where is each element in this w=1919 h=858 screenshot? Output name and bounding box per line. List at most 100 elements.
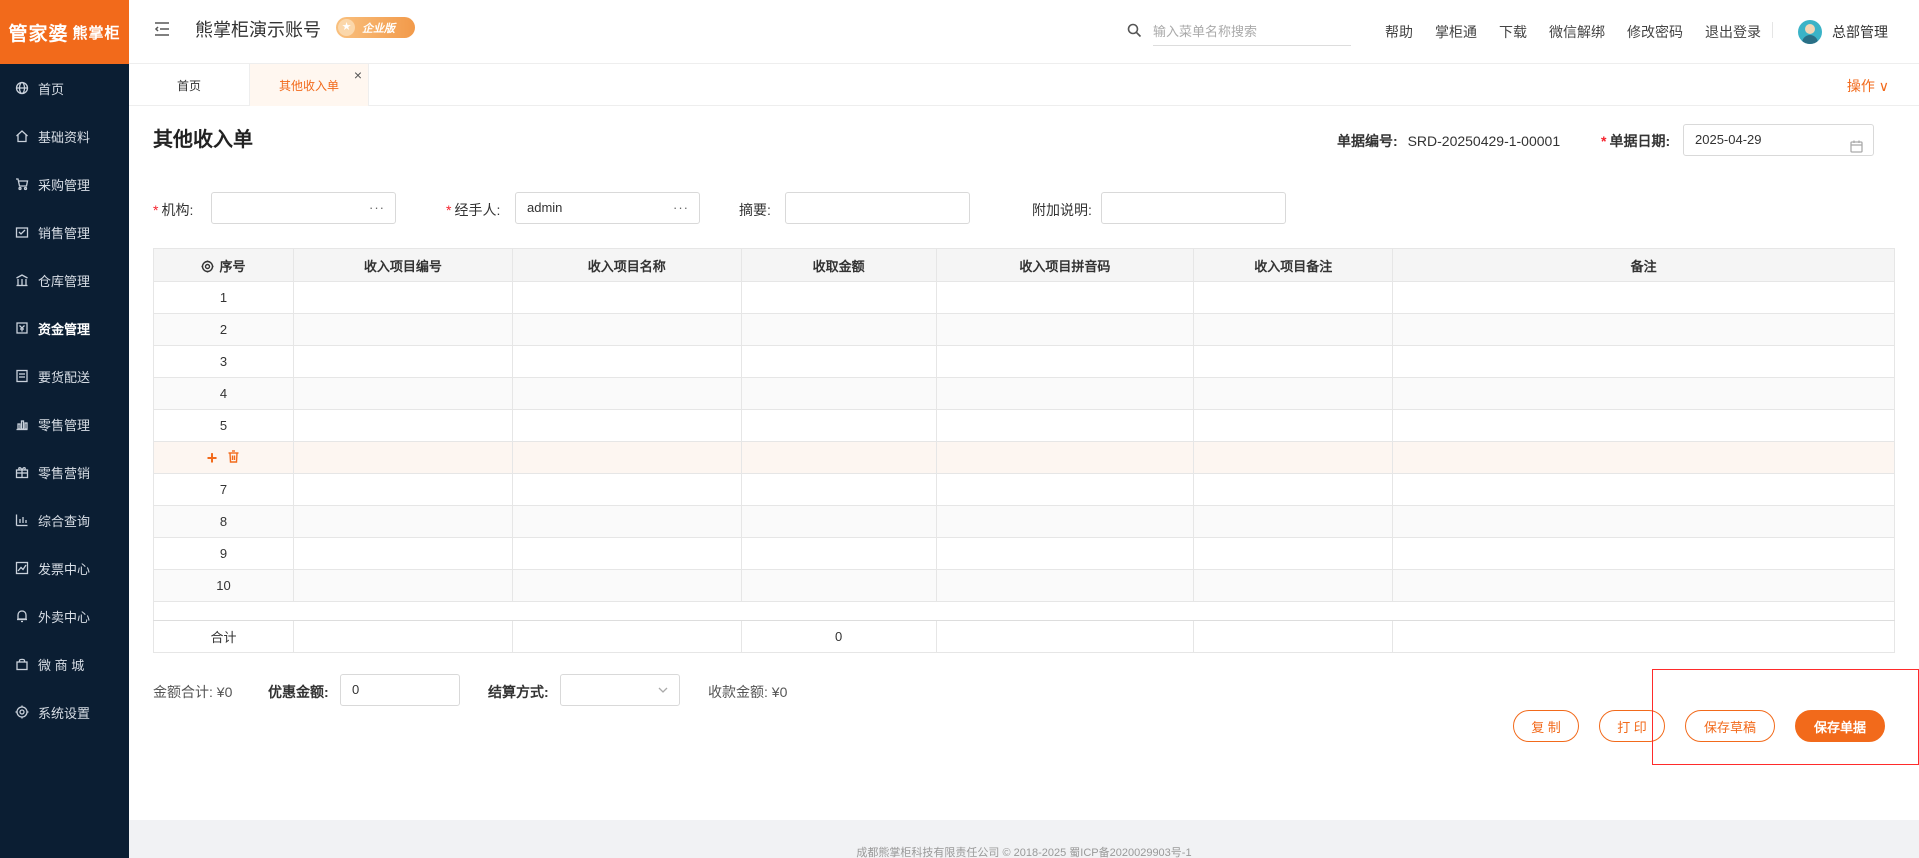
table-cell[interactable]: [292, 345, 513, 378]
delete-row-icon[interactable]: [227, 449, 240, 466]
table-cell[interactable]: [511, 569, 742, 602]
table-cell[interactable]: [740, 281, 937, 314]
row-index[interactable]: 9: [153, 537, 294, 570]
row-index[interactable]: 1: [153, 281, 294, 314]
table-cell[interactable]: [740, 409, 937, 442]
row-index[interactable]: 5: [153, 409, 294, 442]
logo[interactable]: 管家婆 熊掌柜: [0, 0, 129, 64]
table-cell[interactable]: [740, 473, 937, 506]
summary-field[interactable]: [785, 192, 970, 224]
table-cell[interactable]: [935, 537, 1195, 570]
sidebar-item-6[interactable]: 要货配送: [0, 352, 129, 400]
table-cell[interactable]: [511, 537, 742, 570]
row-index[interactable]: 3: [153, 345, 294, 378]
table-cell[interactable]: [1193, 345, 1394, 378]
table-cell[interactable]: [740, 569, 937, 602]
settle-select[interactable]: [560, 674, 680, 706]
date-picker[interactable]: 2025-04-29: [1683, 124, 1874, 156]
table-cell[interactable]: [1193, 569, 1394, 602]
table-cell[interactable]: [292, 505, 513, 538]
table-cell[interactable]: [1193, 377, 1394, 410]
table-row[interactable]: 3: [153, 345, 1895, 378]
more-icon[interactable]: ···: [673, 193, 689, 223]
table-cell[interactable]: [1193, 473, 1394, 506]
avatar[interactable]: [1798, 20, 1822, 44]
table-cell[interactable]: [935, 313, 1195, 346]
table-cell[interactable]: [292, 537, 513, 570]
add-row-icon[interactable]: +: [207, 449, 218, 467]
table-cell[interactable]: [935, 441, 1195, 474]
table-cell[interactable]: [292, 313, 513, 346]
table-cell[interactable]: [511, 473, 742, 506]
row-index[interactable]: +: [153, 441, 294, 474]
sidebar-item-1[interactable]: 基础资料: [0, 112, 129, 160]
table-cell[interactable]: [292, 281, 513, 314]
table-row[interactable]: 7: [153, 473, 1895, 506]
table-cell[interactable]: [935, 473, 1195, 506]
sidebar-item-8[interactable]: 零售营销: [0, 448, 129, 496]
table-cell[interactable]: [1392, 313, 1895, 346]
top-link-2[interactable]: 下载: [1499, 22, 1527, 42]
sidebar-item-7[interactable]: 零售管理: [0, 400, 129, 448]
operations-dropdown[interactable]: 操作 ∨: [1847, 76, 1889, 96]
calendar-icon[interactable]: [1850, 134, 1863, 153]
table-cell[interactable]: [1193, 409, 1394, 442]
search-icon[interactable]: [1127, 23, 1142, 38]
table-cell[interactable]: [511, 441, 742, 474]
table-row[interactable]: 1: [153, 281, 1895, 314]
table-cell[interactable]: [740, 441, 937, 474]
more-icon[interactable]: ···: [369, 193, 385, 223]
table-cell[interactable]: [1392, 569, 1895, 602]
table-cell[interactable]: [292, 569, 513, 602]
copy-button[interactable]: 复 制: [1513, 710, 1579, 742]
table-row[interactable]: +: [153, 441, 1895, 474]
top-link-0[interactable]: 帮助: [1385, 22, 1413, 42]
row-index[interactable]: 10: [153, 569, 294, 602]
table-row[interactable]: 4: [153, 377, 1895, 410]
table-cell[interactable]: [1193, 505, 1394, 538]
table-cell[interactable]: [935, 505, 1195, 538]
row-index[interactable]: 7: [153, 473, 294, 506]
save-draft-button[interactable]: 保存草稿: [1685, 710, 1775, 742]
table-cell[interactable]: [1392, 505, 1895, 538]
table-cell[interactable]: [511, 505, 742, 538]
remark-field[interactable]: [1101, 192, 1286, 224]
sidebar-item-3[interactable]: 销售管理: [0, 208, 129, 256]
sidebar-item-9[interactable]: 综合查询: [0, 496, 129, 544]
table-cell[interactable]: [511, 409, 742, 442]
table-cell[interactable]: [740, 345, 937, 378]
table-cell[interactable]: [1392, 537, 1895, 570]
row-index[interactable]: 8: [153, 505, 294, 538]
table-row[interactable]: 8: [153, 505, 1895, 538]
table-cell[interactable]: [511, 281, 742, 314]
table-cell[interactable]: [740, 505, 937, 538]
table-cell[interactable]: [935, 345, 1195, 378]
table-cell[interactable]: [935, 281, 1195, 314]
table-row[interactable]: 10: [153, 569, 1895, 602]
row-index[interactable]: 2: [153, 313, 294, 346]
search-input[interactable]: [1153, 18, 1351, 46]
table-cell[interactable]: [511, 345, 742, 378]
top-link-3[interactable]: 微信解绑: [1549, 22, 1605, 42]
table-cell[interactable]: [1193, 537, 1394, 570]
sidebar-item-4[interactable]: 仓库管理: [0, 256, 129, 304]
table-cell[interactable]: [292, 441, 513, 474]
sidebar-item-10[interactable]: 发票中心: [0, 544, 129, 592]
table-cell[interactable]: [292, 377, 513, 410]
top-link-4[interactable]: 修改密码: [1627, 22, 1683, 42]
table-cell[interactable]: [292, 409, 513, 442]
top-link-5[interactable]: 退出登录: [1705, 22, 1761, 42]
table-cell[interactable]: [1392, 377, 1895, 410]
tab-home[interactable]: 首页: [129, 64, 249, 106]
table-row[interactable]: 9: [153, 537, 1895, 570]
print-button[interactable]: 打 印: [1599, 710, 1665, 742]
table-cell[interactable]: [935, 569, 1195, 602]
table-cell[interactable]: [1193, 281, 1394, 314]
sidebar-item-2[interactable]: 采购管理: [0, 160, 129, 208]
sidebar-item-11[interactable]: 外卖中心: [0, 592, 129, 640]
sidebar-item-13[interactable]: 系统设置: [0, 688, 129, 736]
table-cell[interactable]: [1392, 441, 1895, 474]
table-cell[interactable]: [1392, 345, 1895, 378]
close-icon[interactable]: ×: [354, 67, 362, 83]
table-row[interactable]: 5: [153, 409, 1895, 442]
